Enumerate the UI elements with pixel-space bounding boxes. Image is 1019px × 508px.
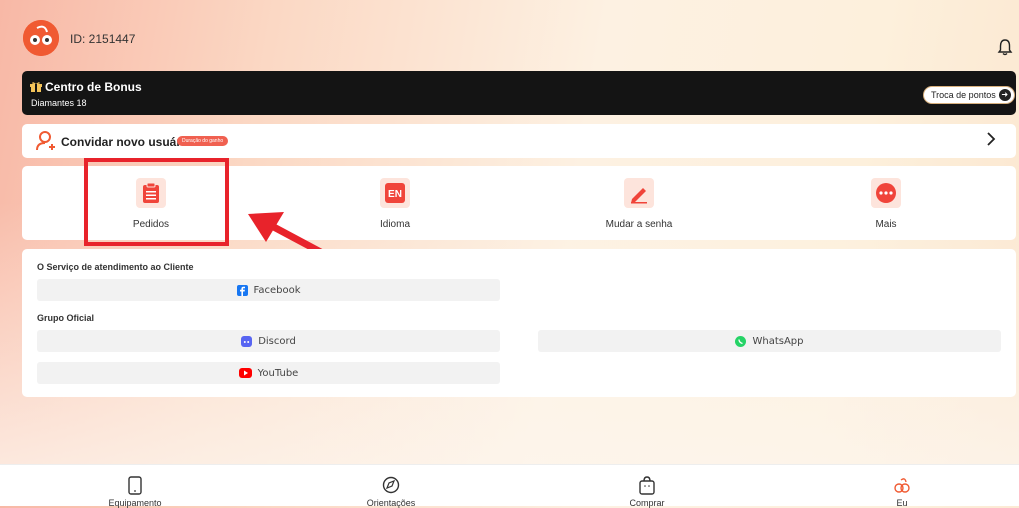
bonus-center-bar[interactable] (22, 71, 1016, 115)
user-id: ID: 2151447 (70, 32, 136, 46)
chevron-right-icon (987, 132, 996, 146)
nav-label-equipamento: Equipamento (108, 498, 162, 508)
bottom-navigation: Equipamento Orientações Comprar Eu (0, 464, 1019, 508)
bonus-title: Centro de Bonus (45, 80, 142, 94)
facebook-icon (236, 284, 248, 296)
shopping-bag-icon (639, 476, 655, 495)
arrow-right-icon: ➜ (998, 89, 1011, 101)
nav-comprar[interactable]: Comprar (567, 465, 727, 508)
action-label-more: Mais (875, 219, 897, 230)
nav-eu[interactable]: Eu (822, 465, 982, 508)
pencil-icon (631, 188, 647, 204)
highlight-box (84, 158, 229, 246)
exchange-points-button[interactable]: Troca de pontos ➜ (923, 86, 1015, 104)
avatar-logo-icon (23, 20, 59, 56)
nav-orientacoes[interactable]: Orientações (311, 465, 471, 508)
avatar[interactable] (23, 20, 59, 56)
bell-icon[interactable] (997, 38, 1013, 56)
more-icon (876, 183, 896, 203)
more-button[interactable] (871, 178, 901, 208)
youtube-button[interactable]: YouTube (37, 362, 500, 384)
discord-icon (241, 335, 253, 347)
nav-label-eu: Eu (896, 498, 908, 508)
whatsapp-icon (735, 335, 747, 347)
facebook-label: Facebook (253, 284, 301, 296)
change-password-button[interactable] (624, 178, 654, 208)
diamonds-count: Diamantes 18 (31, 98, 87, 108)
profile-logo-icon (894, 478, 910, 493)
language-en-text: EN (388, 189, 402, 200)
exchange-points-label: Troca de pontos (931, 90, 996, 100)
add-user-icon (36, 131, 55, 151)
nav-label-comprar: Comprar (629, 498, 665, 508)
discord-label: Discord (258, 335, 296, 347)
invite-label: Convidar novo usuário (61, 135, 192, 149)
customer-service-title: O Serviço de atendimento ao Cliente (37, 262, 194, 272)
youtube-icon (238, 368, 252, 378)
gift-icon (30, 82, 42, 92)
compass-icon (382, 476, 400, 494)
invite-badge: Duração do ganho (177, 136, 229, 146)
whatsapp-button[interactable]: WhatsApp (538, 330, 1001, 352)
nav-label-orientacoes: Orientações (366, 498, 416, 508)
device-icon (128, 476, 142, 495)
nav-equipamento[interactable]: Equipamento (55, 465, 215, 508)
action-label-password: Mudar a senha (605, 219, 673, 230)
facebook-button[interactable]: Facebook (37, 279, 500, 301)
whatsapp-label: WhatsApp (752, 335, 804, 347)
discord-button[interactable]: Discord (37, 330, 500, 352)
youtube-label: YouTube (257, 367, 299, 379)
official-group-title: Grupo Oficial (37, 313, 95, 323)
